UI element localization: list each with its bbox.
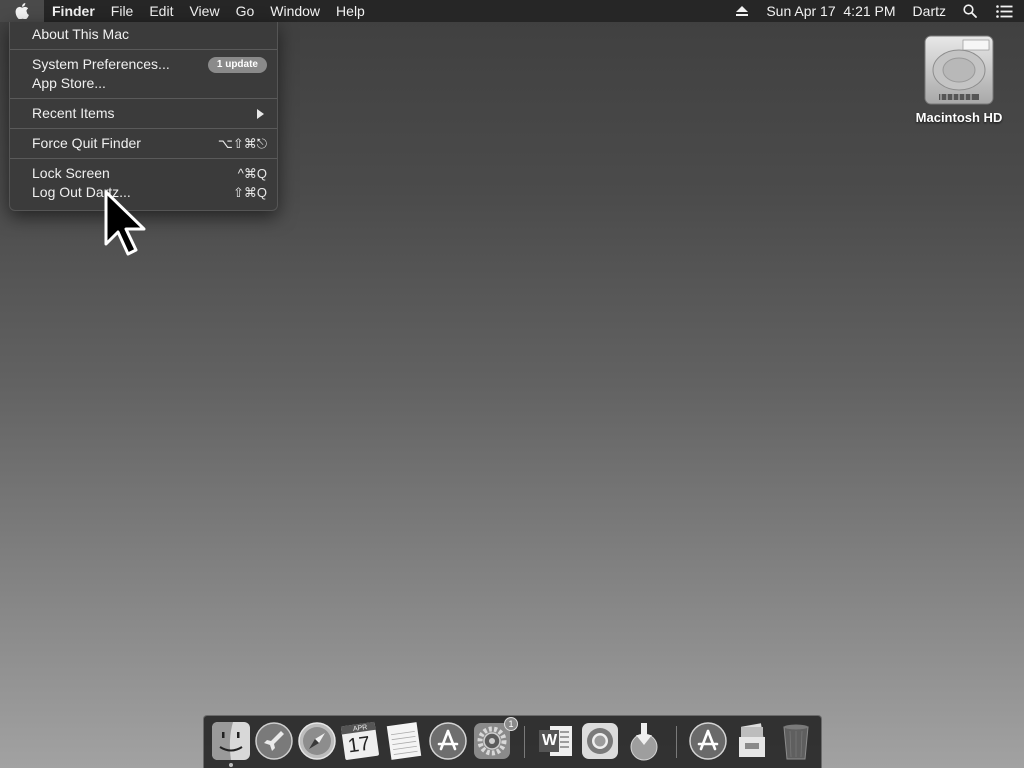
desktop-icon-label: Macintosh HD [915,110,1003,125]
menu-item-label: App Store... [32,75,106,91]
submenu-arrow-icon [257,108,264,119]
user-menu[interactable]: Dartz [903,0,956,22]
menu-app-name[interactable]: Finder [44,0,103,22]
notification-badge: 1 [504,717,518,731]
menu-bar: Finder File Edit View Go Window Help Sun… [0,0,1024,22]
spotlight-button[interactable] [956,0,984,22]
menu-separator [10,49,277,50]
calendar-day-label: 17 [346,732,372,758]
menu-item-force-quit[interactable]: Force Quit Finder ⌥⇧⌘⎋ [10,134,277,153]
finder-icon[interactable] [211,721,251,761]
spotlight-search-icon [963,4,977,18]
dock: APR 17 1 W [203,715,822,768]
menu-item-label: System Preferences... [32,56,170,72]
app-store-icon[interactable] [428,721,468,761]
word-icon[interactable]: W [536,721,576,761]
chrome-icon[interactable] [580,721,620,761]
menu-item-label: Lock Screen [32,165,110,181]
clock[interactable]: Sun Apr 17 4:21 PM [759,0,902,22]
menu-separator [10,98,277,99]
menu-go[interactable]: Go [228,0,263,22]
mouse-pointer-icon [104,190,146,256]
eject-status-item[interactable] [725,0,759,22]
desktop-icon-macintosh-hd[interactable]: Macintosh HD [905,30,1013,125]
menu-item-recent-items[interactable]: Recent Items [10,104,277,123]
menu-file[interactable]: File [103,0,142,22]
notes-icon[interactable] [384,721,424,761]
system-preferences-icon[interactable]: 1 [472,717,518,761]
update-badge: 1 update [207,56,267,73]
dock-separator [524,726,525,758]
menu-separator [10,128,277,129]
menu-item-label: Recent Items [32,105,115,121]
menu-view[interactable]: View [181,0,227,22]
hard-drive-icon [924,35,994,105]
applications-folder-icon[interactable] [688,721,728,761]
installer-icon[interactable] [624,721,664,761]
trash-icon[interactable] [776,721,816,761]
keyboard-shortcut: ⌥⇧⌘⎋ [217,136,267,151]
eject-icon [736,6,749,16]
apple-logo-icon [15,3,29,19]
running-indicator [229,763,233,767]
dock-separator [676,726,677,758]
menu-window[interactable]: Window [262,0,328,22]
keyboard-shortcut: ⇧⌘Q [232,185,267,200]
downloads-stack-icon[interactable] [732,721,772,761]
menu-item-system-preferences[interactable]: System Preferences... 1 update [10,55,277,74]
menu-help[interactable]: Help [328,0,373,22]
safari-icon[interactable] [297,721,337,761]
apple-menu-button[interactable] [0,0,44,22]
menu-separator [10,158,277,159]
apple-menu-dropdown: About This Mac System Preferences... 1 u… [9,22,278,211]
launchpad-icon[interactable] [254,721,294,761]
menu-item-label: Force Quit Finder [32,135,141,151]
notification-center-icon [995,4,1012,18]
notification-center-button[interactable] [984,0,1024,22]
menu-item-about-this-mac[interactable]: About This Mac [10,25,277,44]
menu-item-lock-screen[interactable]: Lock Screen ^⌘Q [10,164,277,183]
menu-item-label: About This Mac [32,26,130,42]
keyboard-shortcut: ^⌘Q [237,166,267,181]
word-letter: W [542,732,558,749]
menu-edit[interactable]: Edit [141,0,181,22]
menu-item-app-store[interactable]: App Store... [10,74,277,93]
calendar-icon[interactable]: APR 17 [340,721,380,761]
